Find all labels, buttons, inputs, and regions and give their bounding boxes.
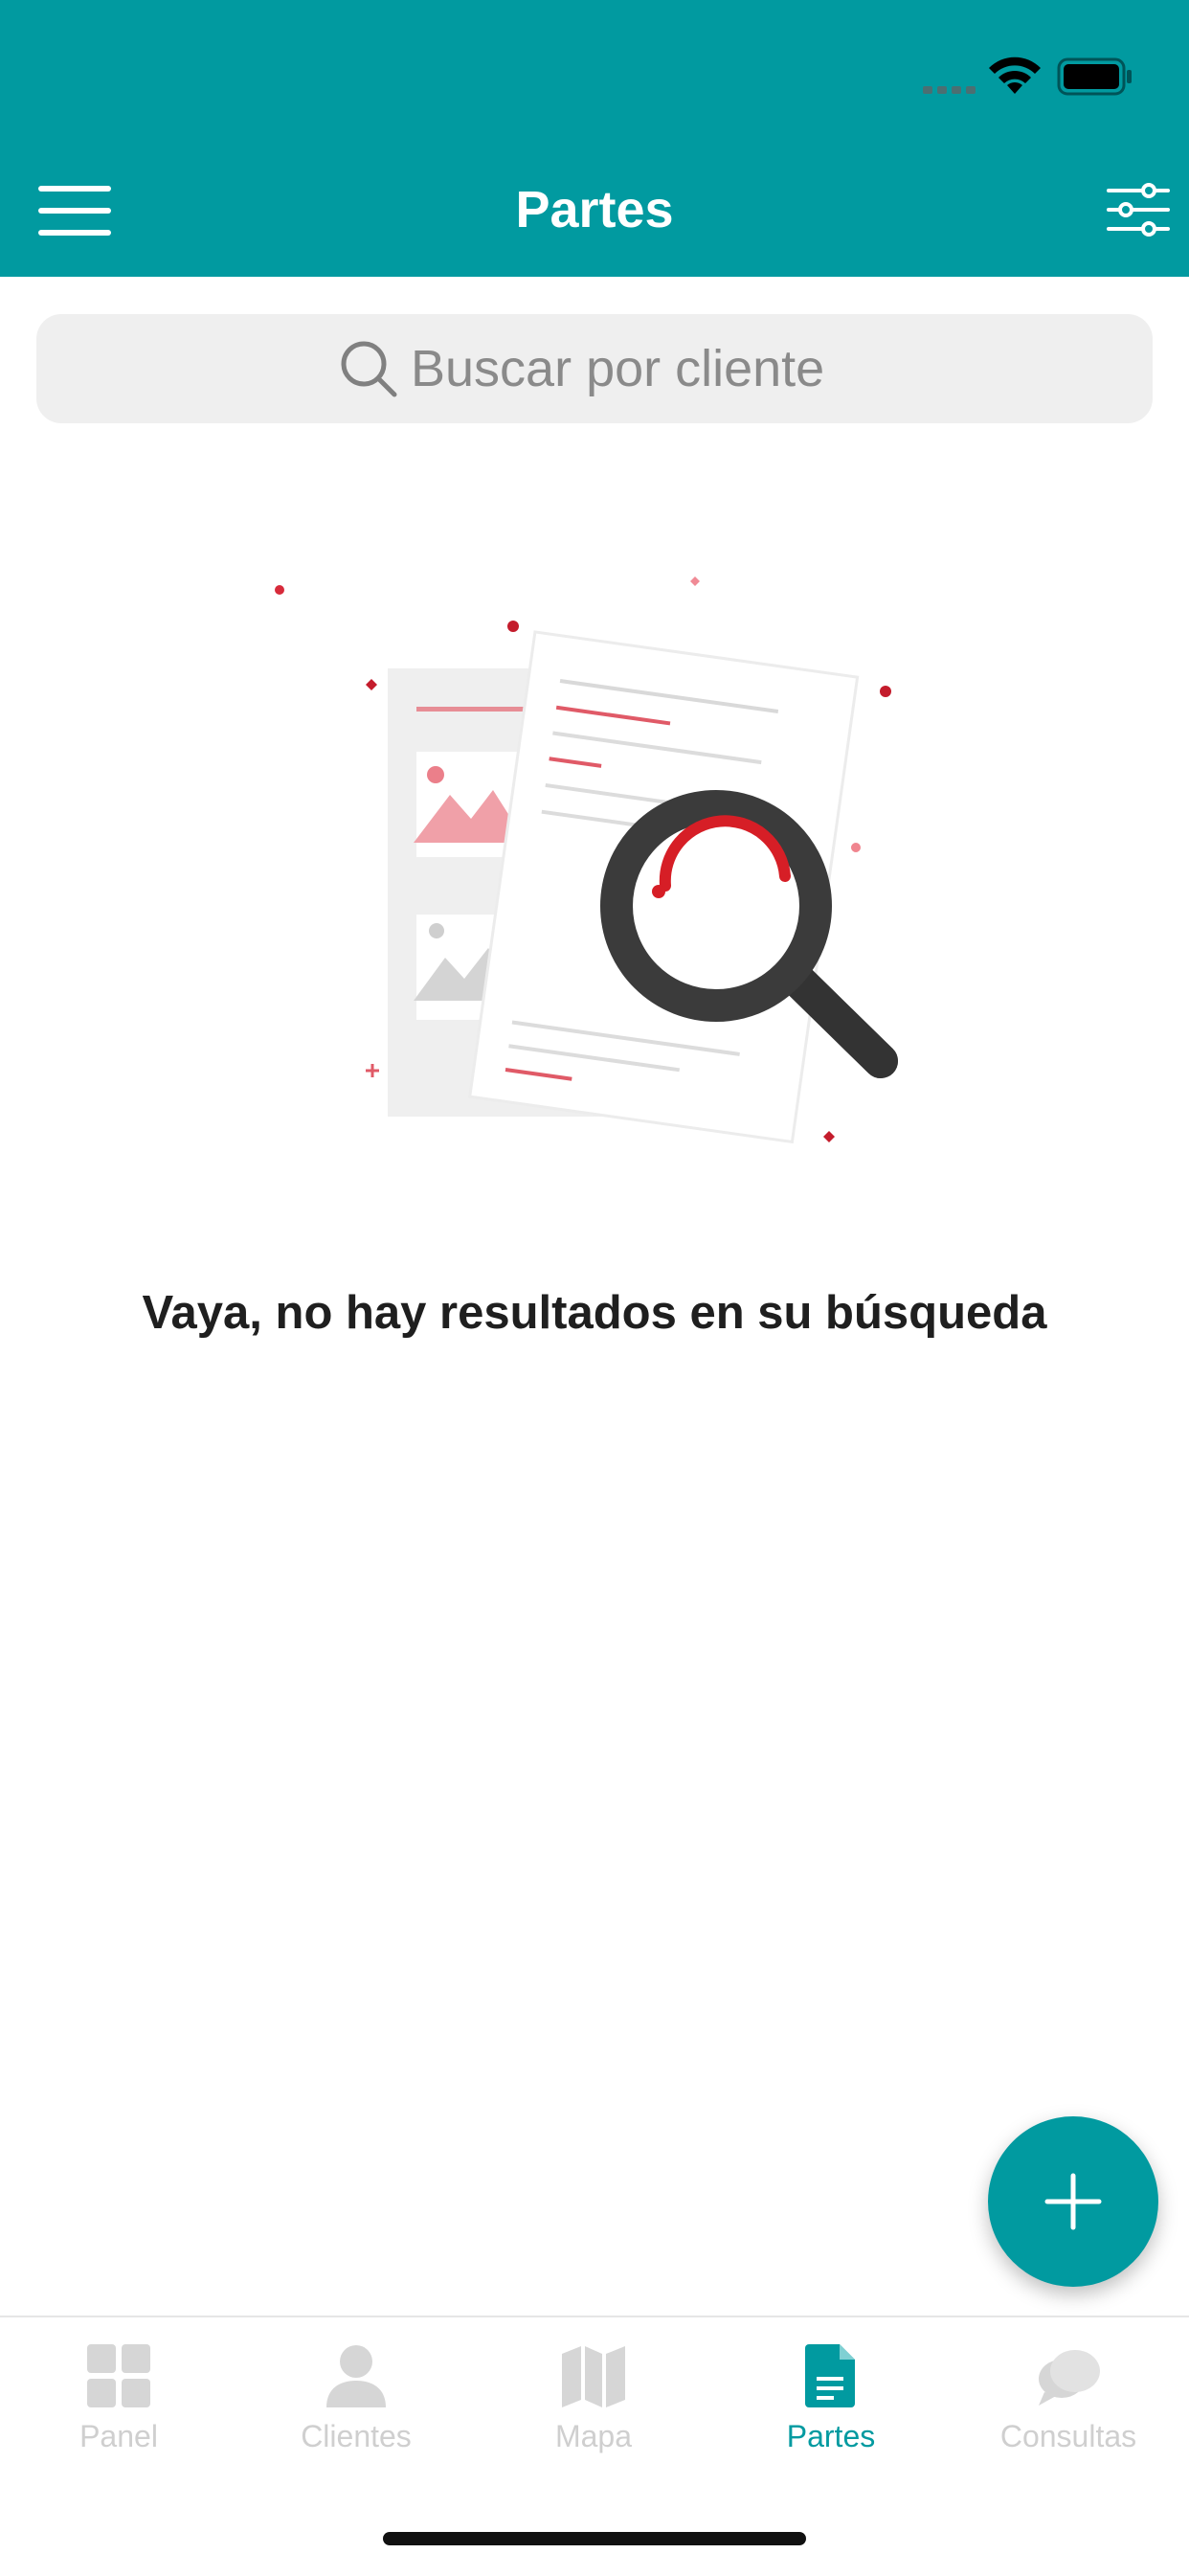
home-indicator[interactable] [383, 2532, 806, 2545]
tab-label: Consultas [999, 2419, 1137, 2453]
app-header: Partes [0, 0, 1189, 277]
map-icon [562, 2346, 625, 2407]
search-icon [341, 341, 397, 397]
grid-icon [87, 2344, 150, 2407]
tab-partes[interactable]: Partes [712, 2342, 950, 2476]
tab-label: Clientes [301, 2419, 412, 2453]
tab-panel[interactable]: Panel [0, 2342, 237, 2476]
search-input[interactable] [411, 339, 851, 398]
bottom-tab-bar: Panel Clientes Mapa Partes Consultas [0, 2316, 1189, 2576]
plus-icon [1044, 2173, 1102, 2230]
tab-label: Panel [79, 2419, 158, 2453]
tab-consultas[interactable]: Consultas [950, 2342, 1187, 2476]
tab-mapa[interactable]: Mapa [475, 2342, 712, 2476]
add-button[interactable] [988, 2116, 1158, 2287]
person-icon [326, 2345, 386, 2407]
tab-label: Partes [786, 2419, 876, 2453]
document-icon [805, 2344, 855, 2407]
signal-icon [923, 86, 976, 94]
empty-results-message: Vaya, no hay resultados en su búsqueda [142, 1287, 1047, 1339]
search-bar[interactable] [36, 314, 1153, 423]
tab-clientes[interactable]: Clientes [237, 2342, 475, 2476]
page-title: Partes [515, 181, 674, 238]
battery-icon [1057, 57, 1132, 96]
wifi-icon [989, 56, 1041, 94]
tab-label: Mapa [554, 2419, 633, 2453]
chat-bubbles-icon [1039, 2350, 1100, 2406]
sliders-filter-icon[interactable] [1107, 182, 1170, 237]
document-magnifier-illustration [275, 576, 898, 1144]
